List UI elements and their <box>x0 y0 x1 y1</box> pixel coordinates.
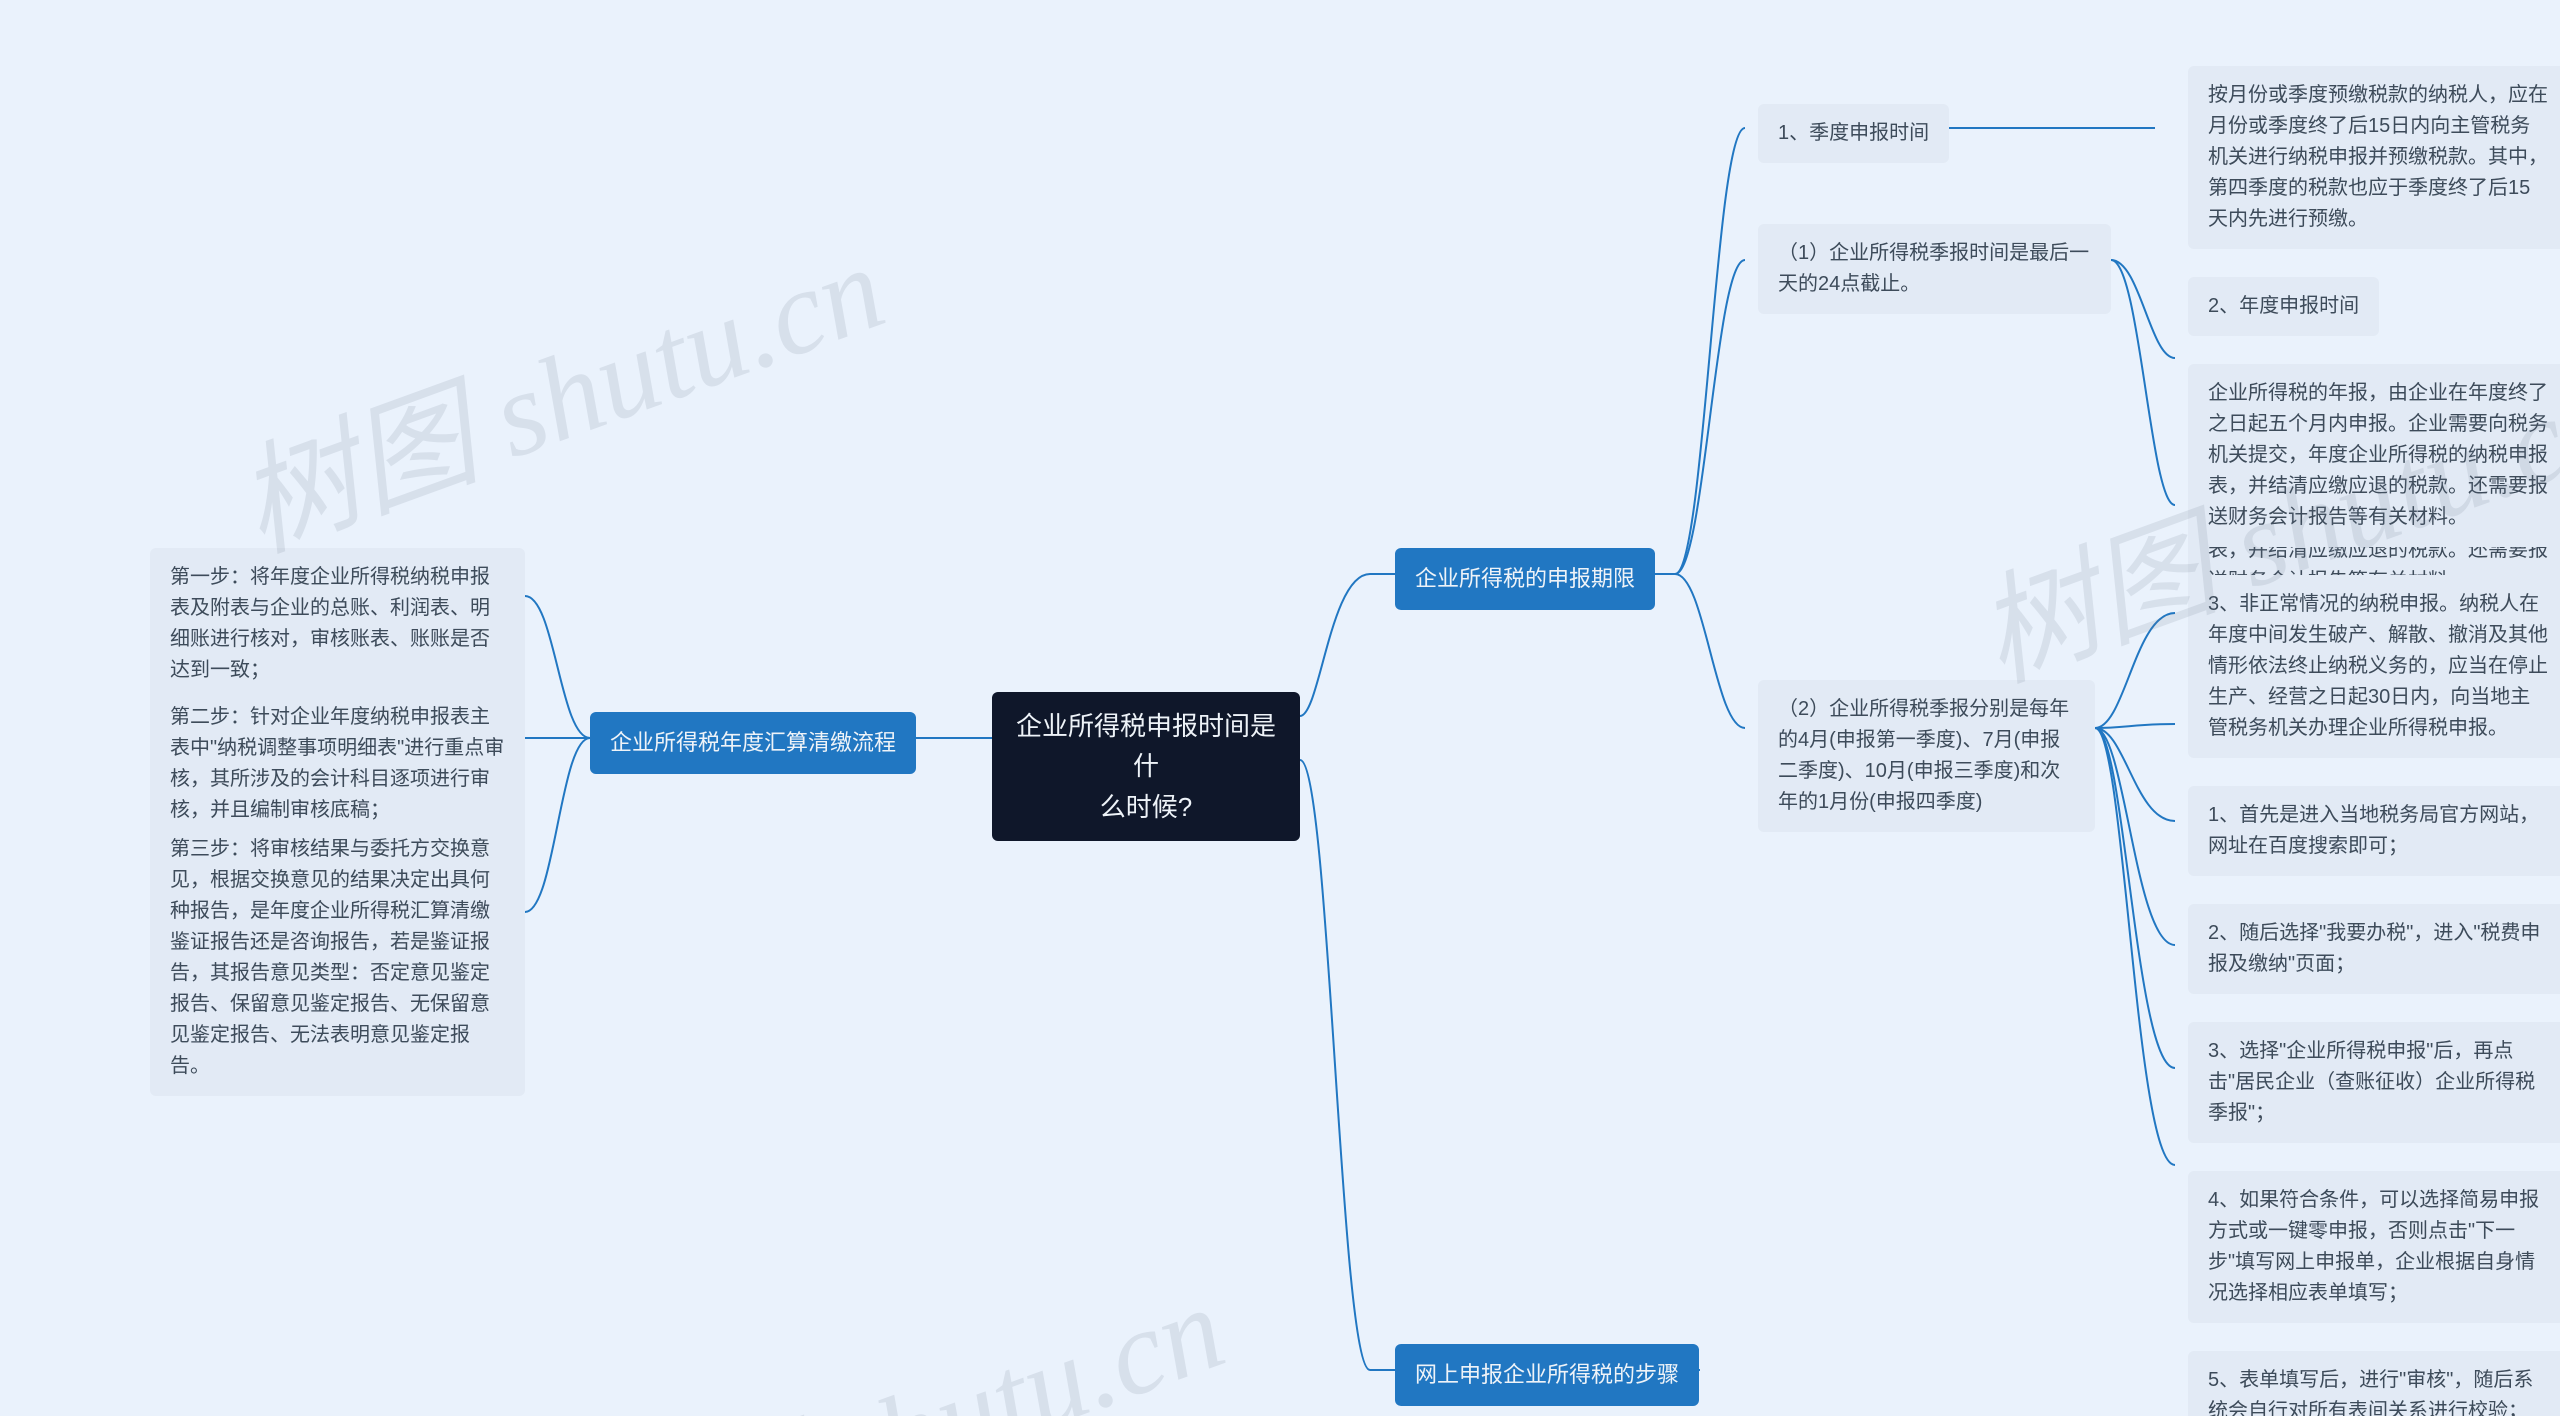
node-settle-s1[interactable]: 第一步：将年度企业所得税纳税申报表及附表与企业的总账、利润表、明细账进行核对，审… <box>150 548 525 700</box>
node-step5[interactable]: 5、表单填写后，进行"审核"，随后系统会自行对所有表间关系进行校验； <box>2188 1351 2560 1416</box>
node-step2-text: 2、随后选择"我要办税"，进入"税费申报及缴纳"页面； <box>2208 922 2540 975</box>
branch-deadline[interactable]: 企业所得税的申报期限 <box>1395 548 1655 610</box>
root-node[interactable]: 企业所得税申报时间是什 么时候? <box>992 692 1300 841</box>
node-settle-s2-text: 第二步：针对企业年度纳税申报表主表中"纳税调整事项明细表"进行重点审核，其所涉及… <box>170 706 504 821</box>
node-settle-s3-text: 第三步：将审核结果与委托方交换意见，根据交换意见的结果决定出具何种报告，是年度企… <box>170 838 490 1077</box>
node-quarter-detail[interactable]: 按月份或季度预缴税款的纳税人，应在月份或季度终了后15日内向主管税务机关进行纳税… <box>2188 66 2560 249</box>
node-step1-text: 1、首先是进入当地税务局官方网站，网址在百度搜索即可； <box>2208 804 2539 857</box>
node-deadline-24-text: （1）企业所得税季报时间是最后一天的24点截止。 <box>1778 242 2089 295</box>
branch-online-label: 网上申报企业所得税的步骤 <box>1415 1362 1679 1387</box>
root-line2: 么时候? <box>1100 792 1192 822</box>
node-annual-detail-text: 企业所得税的年报，由企业在年度终了之日起五个月内申报。企业需要向税务机关提交，年… <box>2208 382 2548 528</box>
watermark: 树图 shutu.cn <box>211 190 903 584</box>
node-step3[interactable]: 3、选择"企业所得税申报"后，再点击"居民企业（查账征收）企业所得税季报"； <box>2188 1022 2560 1143</box>
node-annual-time[interactable]: 2、年度申报时间 <box>2188 277 2379 336</box>
node-quarter-time-text: 1、季度申报时间 <box>1778 122 1929 144</box>
node-quarter-detail-text: 按月份或季度预缴税款的纳税人，应在月份或季度终了后15日内向主管税务机关进行纳税… <box>2208 84 2548 230</box>
node-abnormal[interactable]: 3、非正常情况的纳税申报。纳税人在年度中间发生破产、解散、撤消及其他情形依法终止… <box>2188 575 2560 758</box>
branch-deadline-label: 企业所得税的申报期限 <box>1415 566 1635 591</box>
node-step2[interactable]: 2、随后选择"我要办税"，进入"税费申报及缴纳"页面； <box>2188 904 2560 994</box>
root-line1: 企业所得税申报时间是什 <box>1016 711 1276 781</box>
branch-settlement[interactable]: 企业所得税年度汇算清缴流程 <box>590 712 916 774</box>
node-settle-s2[interactable]: 第二步：针对企业年度纳税申报表主表中"纳税调整事项明细表"进行重点审核，其所涉及… <box>150 688 525 840</box>
node-step5-text: 5、表单填写后，进行"审核"，随后系统会自行对所有表间关系进行校验； <box>2208 1369 2533 1416</box>
node-settle-s1-text: 第一步：将年度企业所得税纳税申报表及附表与企业的总账、利润表、明细账进行核对，审… <box>170 566 490 681</box>
node-step1[interactable]: 1、首先是进入当地税务局官方网站，网址在百度搜索即可； <box>2188 786 2560 876</box>
node-step4[interactable]: 4、如果符合条件，可以选择简易申报方式或一键零申报，否则点击"下一步"填写网上申… <box>2188 1171 2560 1323</box>
node-annual-time-text: 2、年度申报时间 <box>2208 295 2359 317</box>
node-abnormal-text: 3、非正常情况的纳税申报。纳税人在年度中间发生破产、解散、撤消及其他情形依法终止… <box>2208 593 2548 739</box>
watermark: 树图 shutu.cn <box>551 1230 1243 1416</box>
node-deadline-24[interactable]: （1）企业所得税季报时间是最后一天的24点截止。 <box>1758 224 2111 314</box>
branch-settlement-label: 企业所得税年度汇算清缴流程 <box>610 730 896 755</box>
node-quarter-time[interactable]: 1、季度申报时间 <box>1758 104 1949 163</box>
node-annual-detail[interactable]: 企业所得税的年报，由企业在年度终了之日起五个月内申报。企业需要向税务机关提交，年… <box>2188 364 2560 547</box>
node-quarterly-months[interactable]: （2）企业所得税季报分别是每年的4月(申报第一季度)、7月(申报二季度)、10月… <box>1758 680 2095 832</box>
node-quarterly-months-text: （2）企业所得税季报分别是每年的4月(申报第一季度)、7月(申报二季度)、10月… <box>1778 698 2069 813</box>
node-step4-text: 4、如果符合条件，可以选择简易申报方式或一键零申报，否则点击"下一步"填写网上申… <box>2208 1189 2539 1304</box>
node-settle-s3[interactable]: 第三步：将审核结果与委托方交换意见，根据交换意见的结果决定出具何种报告，是年度企… <box>150 820 525 1096</box>
branch-online-steps[interactable]: 网上申报企业所得税的步骤 <box>1395 1344 1699 1406</box>
node-step3-text: 3、选择"企业所得税申报"后，再点击"居民企业（查账征收）企业所得税季报"； <box>2208 1040 2535 1124</box>
